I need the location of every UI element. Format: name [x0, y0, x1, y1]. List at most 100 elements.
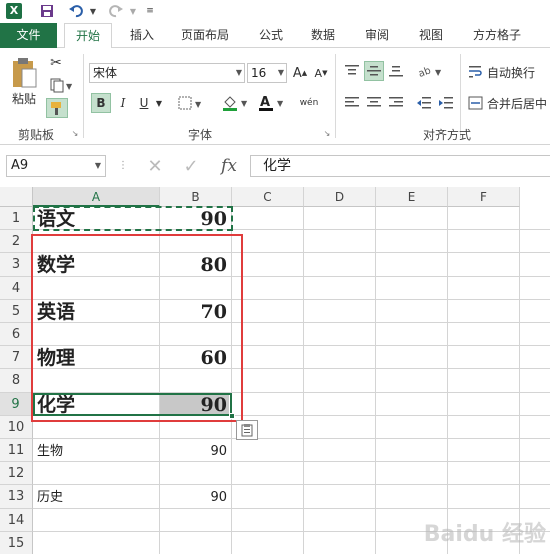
- increase-indent-icon[interactable]: [436, 93, 456, 113]
- font-color-icon[interactable]: A ▼: [256, 93, 288, 113]
- align-middle-icon[interactable]: [364, 61, 384, 81]
- merge-center-button[interactable]: 合并后居中: [468, 93, 550, 113]
- svg-text:▼: ▼: [435, 68, 442, 77]
- paste-options-icon[interactable]: [236, 419, 258, 440]
- tab-page-layout[interactable]: 页面布局: [172, 23, 238, 48]
- row-header-6[interactable]: 6: [0, 323, 33, 347]
- cell-a11[interactable]: 生物: [37, 439, 63, 462]
- row-header-15[interactable]: 15: [0, 531, 33, 554]
- row-header-7[interactable]: 7: [0, 346, 33, 370]
- tab-home[interactable]: 开始: [64, 23, 112, 49]
- row-header-2[interactable]: 2: [0, 230, 33, 254]
- row-header-5[interactable]: 5: [0, 299, 33, 323]
- cut-icon[interactable]: ✂: [46, 54, 66, 72]
- formula-splitter-icon[interactable]: ⋮: [118, 158, 128, 174]
- undo-dropdown-icon[interactable]: ▼: [88, 2, 98, 20]
- wrap-text-button[interactable]: 自动换行: [468, 62, 550, 82]
- decrease-font-icon[interactable]: A ▼: [312, 63, 330, 83]
- merge-center-icon: [468, 96, 483, 110]
- chevron-down-icon: ▼: [94, 161, 101, 170]
- column-header-c[interactable]: C: [232, 187, 304, 207]
- ribbon: 粘贴 ✂ ▼ 剪贴板 ↘ 宋体 ▼ 16 ▼ A ▲ A ▼ B I U ▼ ▼ ▼…: [0, 48, 550, 145]
- tab-data[interactable]: 数据: [302, 23, 344, 48]
- tab-insert[interactable]: 插入: [118, 23, 166, 48]
- column-header-f[interactable]: F: [448, 187, 520, 207]
- tab-view[interactable]: 视图: [410, 23, 452, 48]
- fill-color-icon[interactable]: ▼: [220, 93, 252, 113]
- decrease-indent-icon[interactable]: [414, 93, 434, 113]
- redo-icon[interactable]: [106, 2, 126, 20]
- align-left-icon[interactable]: [342, 93, 362, 113]
- fill-handle[interactable]: [229, 412, 235, 419]
- row-header-4[interactable]: 4: [0, 276, 33, 300]
- clipboard-group-label: 剪贴板: [17, 128, 54, 142]
- font-size-combo[interactable]: 16 ▼: [247, 63, 287, 83]
- increase-font-icon[interactable]: A ▲: [291, 63, 309, 83]
- copy-icon[interactable]: ▼: [46, 76, 76, 94]
- align-right-icon[interactable]: [386, 93, 406, 113]
- formula-input[interactable]: 化学: [250, 155, 550, 177]
- tab-file[interactable]: 文件: [0, 23, 57, 48]
- grid-line: [447, 207, 448, 554]
- svg-text:▼: ▼: [277, 99, 284, 108]
- column-header-b[interactable]: B: [160, 187, 232, 207]
- grid-line: [303, 207, 304, 554]
- wrap-text-label: 自动换行: [487, 65, 536, 80]
- cell-a13[interactable]: 历史: [37, 485, 63, 508]
- underline-dropdown-icon[interactable]: ▼: [154, 93, 164, 113]
- row-header-13[interactable]: 13: [0, 485, 33, 509]
- name-box[interactable]: A9 ▼: [6, 155, 106, 177]
- row-header-1[interactable]: 1: [0, 207, 33, 231]
- tab-fangfang[interactable]: 方方格子: [464, 23, 530, 48]
- align-top-icon[interactable]: [342, 61, 362, 81]
- font-launcher-icon[interactable]: ↘: [322, 128, 332, 138]
- svg-text:▼: ▼: [241, 99, 248, 108]
- worksheet-grid[interactable]: ABCDEF12345678910111213141516语文90数学80英语7…: [0, 187, 550, 554]
- alignment-group-label: 对齐方式: [422, 128, 471, 142]
- borders-icon[interactable]: ▼: [176, 93, 206, 113]
- row-header-11[interactable]: 11: [0, 439, 33, 463]
- wrap-text-icon: [469, 66, 482, 78]
- column-header-d[interactable]: D: [304, 187, 376, 207]
- name-box-value: A9: [11, 158, 29, 173]
- undo-icon[interactable]: [66, 2, 86, 20]
- row-header-9[interactable]: 9: [0, 392, 33, 416]
- font-group-label: 字体: [187, 128, 212, 142]
- cell-b13[interactable]: 90: [160, 485, 229, 508]
- column-header-e[interactable]: E: [376, 187, 448, 207]
- confirm-entry-icon[interactable]: ✓: [178, 156, 204, 177]
- orientation-icon[interactable]: ab ▼: [416, 61, 446, 81]
- phonetic-guide-button[interactable]: wén: [296, 92, 322, 114]
- phonetic-label: wén: [299, 98, 319, 108]
- paste-button[interactable]: 粘贴: [6, 90, 42, 106]
- format-painter-icon[interactable]: [46, 98, 68, 118]
- row-header-10[interactable]: 10: [0, 415, 33, 439]
- row-header-12[interactable]: 12: [0, 462, 33, 486]
- select-all-corner[interactable]: [0, 187, 33, 207]
- tab-formulas[interactable]: 公式: [250, 23, 292, 48]
- insert-function-button[interactable]: fx: [214, 155, 244, 177]
- align-center-icon[interactable]: [364, 93, 384, 113]
- row-header-3[interactable]: 3: [0, 253, 33, 277]
- customize-icon[interactable]: ≡: [144, 2, 156, 20]
- underline-button[interactable]: U: [136, 93, 152, 113]
- save-icon[interactable]: [38, 2, 56, 20]
- watermark-logo: Baidu 经验: [423, 522, 546, 547]
- cell-b11[interactable]: 90: [160, 439, 229, 462]
- clipboard-launcher-icon[interactable]: ↘: [70, 128, 80, 138]
- merge-center-label: 合并后居中: [487, 96, 548, 111]
- row-header-8[interactable]: 8: [0, 369, 33, 393]
- ribbon-tabs: 文件 开始 插入 页面布局 公式 数据 审阅 视图 方方格子: [0, 23, 550, 49]
- font-name-combo[interactable]: 宋体 ▼: [89, 63, 245, 83]
- column-header-a[interactable]: A: [33, 187, 160, 207]
- tab-review[interactable]: 审阅: [356, 23, 398, 48]
- grid-line: [375, 207, 376, 554]
- italic-button[interactable]: I: [115, 93, 131, 113]
- bold-button[interactable]: B: [91, 93, 111, 113]
- redo-dropdown-icon[interactable]: ▼: [128, 2, 138, 20]
- row-header-14[interactable]: 14: [0, 508, 33, 532]
- svg-text:▼: ▼: [66, 82, 73, 91]
- cancel-entry-icon[interactable]: ✕: [142, 156, 168, 177]
- align-bottom-icon[interactable]: [386, 61, 406, 81]
- paste-icon[interactable]: [8, 56, 40, 90]
